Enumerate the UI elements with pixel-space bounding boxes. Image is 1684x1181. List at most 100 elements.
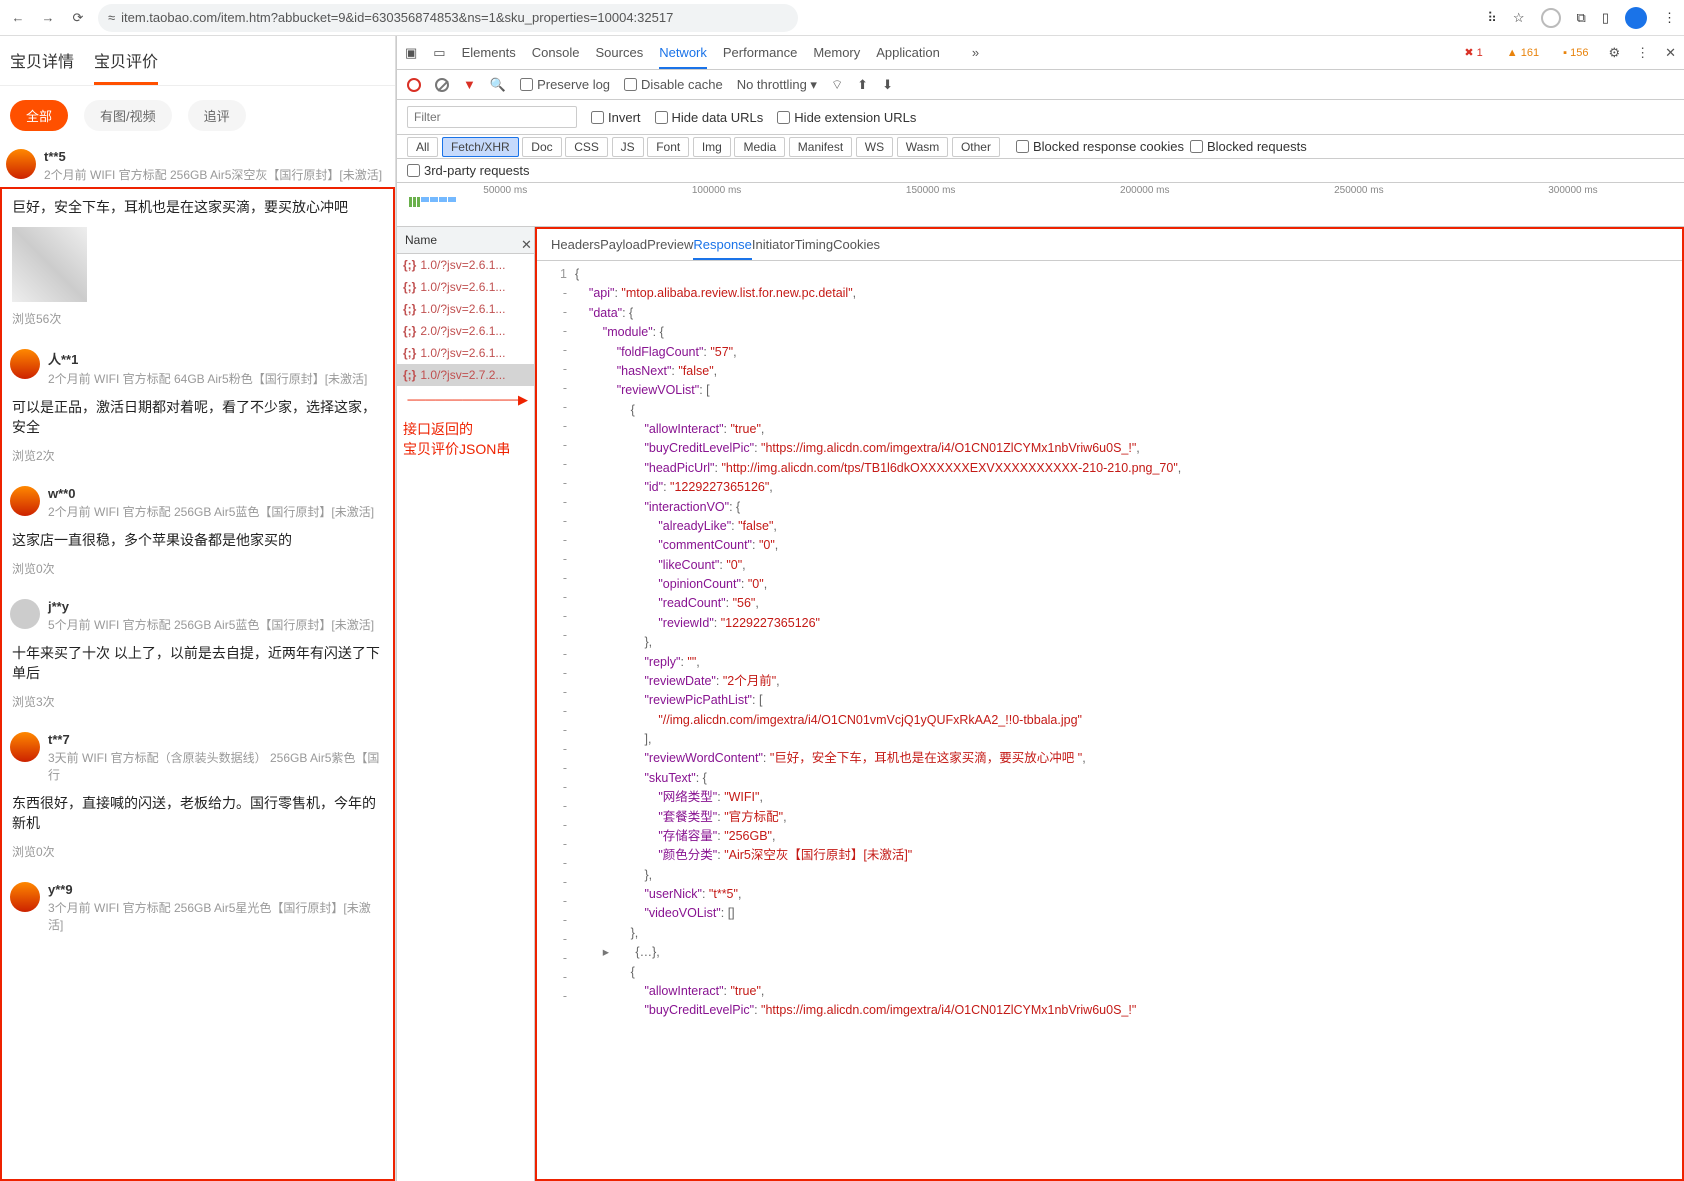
review-meta: 3个月前 WIFI 官方标配 256GB Air5星光色【国行原封】[未激活] — [48, 899, 385, 933]
request-row[interactable]: {;}1.0/?jsv=2.6.1... — [397, 298, 534, 320]
filter-input[interactable] — [407, 106, 577, 128]
url-bar[interactable]: ≈ item.taobao.com/item.htm?abbucket=9&id… — [98, 4, 798, 32]
device-icon[interactable]: ▭ — [433, 45, 445, 61]
warn-count-1[interactable]: ▲ 161 — [1503, 47, 1543, 59]
subtab-initiator[interactable]: Initiator — [752, 237, 795, 252]
review-meta: 2个月前 WIFI 官方标配 64GB Air5粉色【国行原封】[未激活] — [48, 370, 367, 387]
devtools-tab-application[interactable]: Application — [876, 45, 940, 60]
filter-append[interactable]: 追评 — [188, 100, 246, 131]
review-nick: j**y — [48, 599, 374, 614]
type-css[interactable]: CSS — [565, 137, 608, 157]
tab-reviews[interactable]: 宝贝评价 — [94, 48, 158, 85]
filter-icon[interactable]: ▼ — [463, 77, 476, 92]
review-content: 巨好，安全下车，耳机也是在这家买滴，要买放心冲吧 — [4, 191, 391, 223]
review-photo[interactable] — [12, 227, 87, 302]
type-fetch-xhr[interactable]: Fetch/XHR — [442, 137, 519, 157]
tab-detail[interactable]: 宝贝详情 — [10, 48, 74, 85]
filter-media[interactable]: 有图/视频 — [84, 100, 172, 131]
request-row[interactable]: {;}1.0/?jsv=2.6.1... — [397, 254, 534, 276]
request-row[interactable]: {;}1.0/?jsv=2.6.1... — [397, 276, 534, 298]
type-other[interactable]: Other — [952, 137, 1000, 157]
review-meta: 2个月前 WIFI 官方标配 256GB Air5深空灰【国行原封】[未激活] — [44, 166, 382, 183]
type-media[interactable]: Media — [734, 137, 785, 157]
review-nick: t**7 — [48, 732, 385, 747]
review-views — [4, 949, 391, 971]
timeline[interactable]: 50000 ms100000 ms150000 ms200000 ms25000… — [397, 183, 1684, 227]
review-nick: t**5 — [44, 149, 382, 164]
inspect-icon[interactable]: ▣ — [405, 45, 417, 61]
profile-icon[interactable] — [1625, 7, 1647, 29]
type-js[interactable]: JS — [612, 137, 644, 157]
forward-icon[interactable]: → — [38, 8, 58, 28]
devtools-tab-performance[interactable]: Performance — [723, 45, 797, 60]
wifi-icon[interactable]: ⌔ — [831, 77, 843, 93]
back-icon[interactable]: ← — [8, 8, 28, 28]
request-row[interactable]: {;}1.0/?jsv=2.6.1... — [397, 342, 534, 364]
filter-all[interactable]: 全部 — [10, 100, 68, 131]
devtools-tab-memory[interactable]: Memory — [813, 45, 860, 60]
avatar — [6, 149, 36, 179]
review-views: 浏览56次 — [4, 306, 391, 345]
extensions-icon[interactable]: ⧉ — [1577, 10, 1586, 26]
type-ws[interactable]: WS — [856, 137, 893, 157]
type-wasm[interactable]: Wasm — [897, 137, 949, 157]
review-nick: 人**1 — [48, 349, 367, 368]
subtab-response[interactable]: Response — [693, 237, 752, 260]
review-views: 浏览3次 — [4, 689, 391, 728]
devtools-tab-console[interactable]: Console — [532, 45, 580, 60]
error-count[interactable]: ✖ 1 — [1460, 46, 1486, 59]
blocked-requests-checkbox[interactable]: Blocked requests — [1190, 139, 1307, 154]
invert-checkbox[interactable]: Invert — [591, 110, 641, 125]
subtab-payload[interactable]: Payload — [600, 237, 647, 252]
type-font[interactable]: Font — [647, 137, 689, 157]
more-icon[interactable]: ⋮ — [1663, 10, 1676, 26]
subtab-headers[interactable]: Headers — [551, 237, 600, 252]
devtools-tab-sources[interactable]: Sources — [596, 45, 644, 60]
clear-icon[interactable] — [435, 78, 449, 92]
avatar — [10, 486, 40, 516]
record-icon[interactable] — [407, 78, 421, 92]
avatar — [10, 599, 40, 629]
more-tabs-icon[interactable]: » — [972, 45, 979, 60]
type-manifest[interactable]: Manifest — [789, 137, 852, 157]
devtools-tab-elements[interactable]: Elements — [462, 45, 516, 60]
site-icon: ≈ — [108, 10, 115, 25]
hide-ext-urls-checkbox[interactable]: Hide extension URLs — [777, 110, 916, 125]
gear-icon[interactable]: ⚙ — [1608, 45, 1620, 61]
review-content: 十年来买了十次 以上了，以前是去自提，近两年有闪送了下单后 — [4, 637, 391, 689]
reload-icon[interactable]: ⟳ — [68, 8, 88, 28]
type-doc[interactable]: Doc — [522, 137, 561, 157]
subtab-timing[interactable]: Timing — [795, 237, 834, 252]
upload-icon[interactable]: ⬆ — [857, 77, 868, 93]
close-icon[interactable]: ✕ — [1665, 45, 1676, 61]
preserve-log-checkbox[interactable]: Preserve log — [520, 77, 610, 92]
url-text: item.taobao.com/item.htm?abbucket=9&id=6… — [121, 10, 673, 25]
reviews-annotated-box: 巨好，安全下车，耳机也是在这家买滴，要买放心冲吧 浏览56次 人**1 2个月前… — [0, 187, 395, 1181]
hide-data-urls-checkbox[interactable]: Hide data URLs — [655, 110, 764, 125]
star-icon[interactable]: ☆ — [1513, 10, 1525, 26]
devtools-tab-network[interactable]: Network — [659, 45, 707, 69]
type-img[interactable]: Img — [693, 137, 731, 157]
avatar — [10, 882, 40, 912]
translate-icon[interactable]: ⠷ — [1487, 10, 1497, 26]
review-content: 这家店一直很稳，多个苹果设备都是他家买的 — [4, 524, 391, 556]
avatar — [10, 349, 40, 379]
close-panel-icon[interactable]: ✕ — [521, 237, 532, 253]
throttling-select[interactable]: No throttling ▾ — [737, 77, 817, 93]
type-all[interactable]: All — [407, 137, 438, 157]
circle-icon[interactable] — [1541, 8, 1561, 28]
third-party-checkbox[interactable]: 3rd-party requests — [407, 163, 1674, 178]
request-row[interactable]: {;}1.0/?jsv=2.7.2... — [397, 364, 534, 386]
request-row[interactable]: {;}2.0/?jsv=2.6.1... — [397, 320, 534, 342]
subtab-cookies[interactable]: Cookies — [833, 237, 880, 252]
annotation-arrow: ────────────▶ — [397, 386, 534, 414]
disable-cache-checkbox[interactable]: Disable cache — [624, 77, 723, 92]
review-content: 东西很好，直接喊的闪送，老板给力。国行零售机，今年的新机 — [4, 787, 391, 839]
search-icon[interactable]: 🔍 — [490, 77, 506, 93]
download-icon[interactable]: ⬇ — [882, 77, 893, 93]
subtab-preview[interactable]: Preview — [647, 237, 693, 252]
blocked-cookies-checkbox[interactable]: Blocked response cookies — [1016, 139, 1184, 154]
warn-count-2[interactable]: ▪ 156 — [1559, 47, 1592, 59]
kebab-icon[interactable]: ⋮ — [1636, 45, 1649, 61]
panel-icon[interactable]: ▯ — [1602, 10, 1609, 26]
